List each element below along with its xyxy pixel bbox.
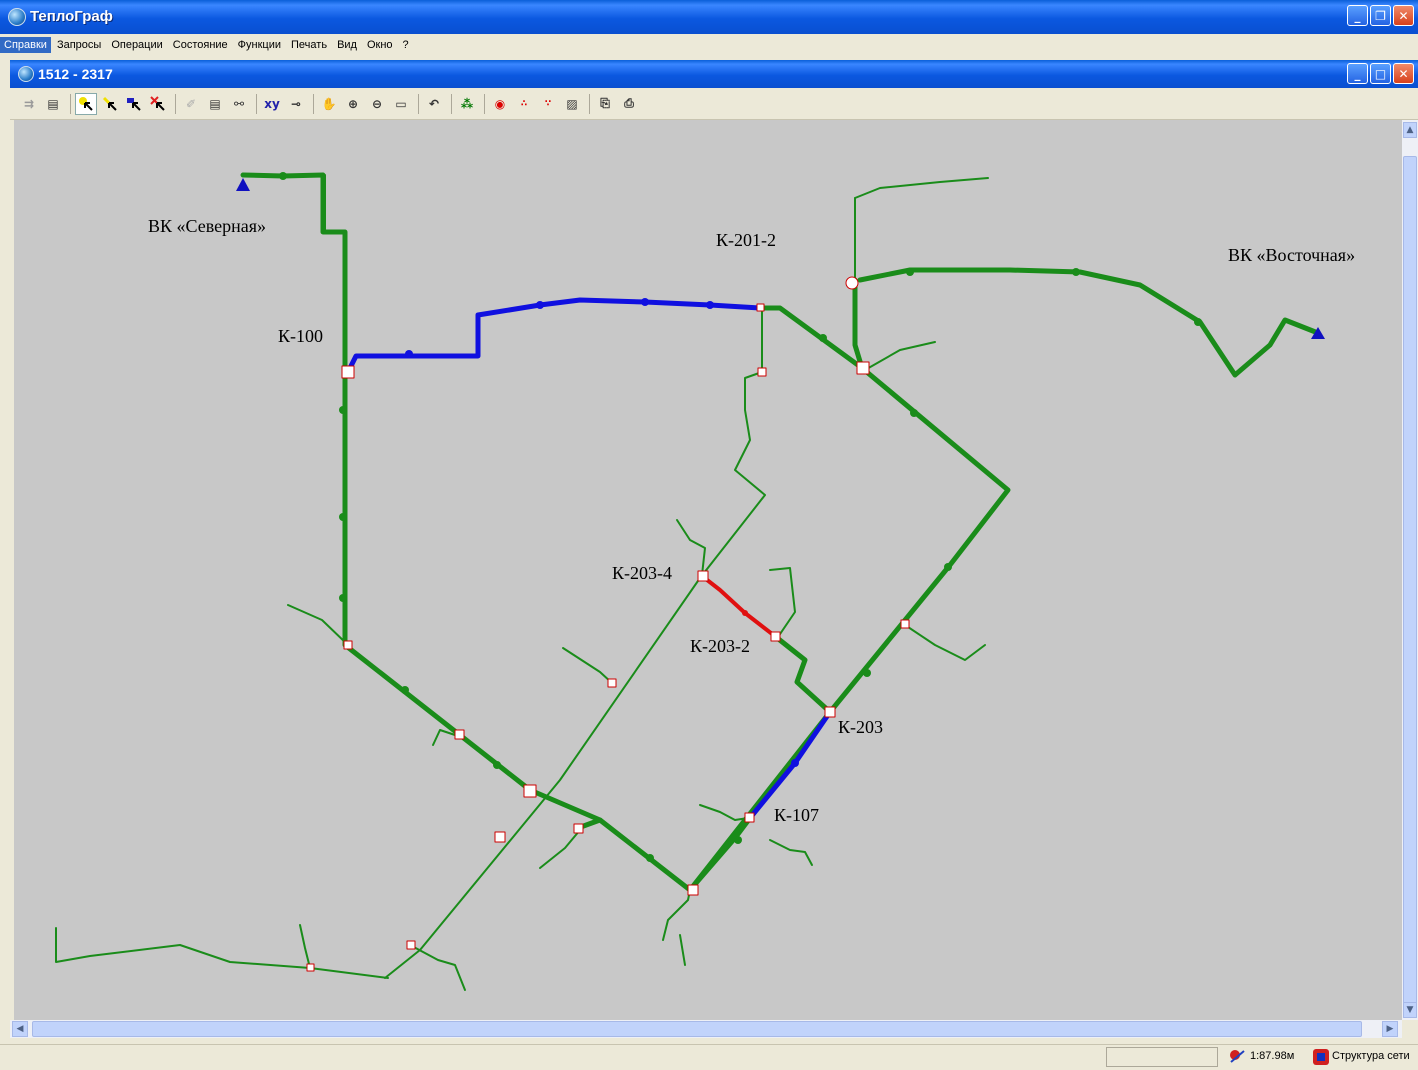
copy-icon[interactable]: ⎘ <box>594 93 616 115</box>
menu-help[interactable]: ? <box>399 37 413 53</box>
menu-vid[interactable]: Вид <box>333 37 361 53</box>
menu-operacii[interactable]: Операции <box>107 37 166 53</box>
network-map[interactable] <box>14 120 1402 1020</box>
toolbar: ⇉ ▤ ✐ ▤ ⚯ xy ⊸ ✋ ⊕ ⊖ ▭ ↶ ⁂ ◉ ∴ ∵ ▨ ⎘ ⎙ <box>10 88 1418 120</box>
app-title-bar: ТеплоГраф _ ❐ ✕ <box>0 0 1418 34</box>
menu-spravki[interactable]: Справки <box>0 37 51 53</box>
menu-sostoyanie[interactable]: Состояние <box>169 37 232 53</box>
network-structure-icon <box>1312 1048 1330 1066</box>
menu-okno[interactable]: Окно <box>363 37 397 53</box>
label-k203-4: К-203-4 <box>612 563 672 583</box>
highlight-blue <box>345 297 833 821</box>
target-icon[interactable]: ◉ <box>489 93 511 115</box>
select-object-icon[interactable] <box>123 93 145 115</box>
export-icon[interactable]: ⇉ <box>18 93 40 115</box>
zoom-out-icon[interactable]: ⊖ <box>366 93 388 115</box>
app-title: ТеплоГраф <box>30 8 113 25</box>
scroll-left-button[interactable]: ◀ <box>12 1021 28 1037</box>
thin-branches <box>55 174 989 991</box>
scroll-right-button[interactable]: ▶ <box>1382 1021 1398 1037</box>
properties-icon[interactable]: ▤ <box>42 93 64 115</box>
chamber-markers <box>306 276 910 972</box>
network-nodes-icon[interactable]: ∴ <box>513 93 535 115</box>
select-multi-icon[interactable] <box>147 93 169 115</box>
vertical-scroll-thumb[interactable] <box>1403 156 1417 1006</box>
label-vk-east: ВК «Восточная» <box>1228 245 1356 265</box>
document-title: 1512 - 2317 <box>38 66 113 82</box>
toolbar-separator <box>256 93 257 114</box>
toolbar-separator <box>175 93 176 114</box>
mode-label: Структура сети <box>1332 1050 1410 1062</box>
status-bar: 1:87.98м Структура сети <box>0 1044 1418 1069</box>
scroll-down-button[interactable]: ▼ <box>1403 1002 1417 1018</box>
select-area-icon[interactable]: ▤ <box>204 93 226 115</box>
doc-close-button[interactable]: ✕ <box>1393 63 1414 84</box>
label-k203: К-203 <box>838 717 883 737</box>
zoom-in-icon[interactable]: ⊕ <box>342 93 364 115</box>
minimize-button[interactable]: _ <box>1347 5 1368 26</box>
scroll-up-button[interactable]: ▲ <box>1403 122 1417 138</box>
measure-icon[interactable]: ⊸ <box>285 93 307 115</box>
toolbar-separator <box>589 93 590 114</box>
scale-icon <box>1228 1048 1246 1066</box>
label-k100: К-100 <box>278 326 323 346</box>
map-canvas[interactable]: ВК «Северная» К-201-2 ВК «Восточная» К-1… <box>14 120 1402 1020</box>
menu-zaprosy[interactable]: Запросы <box>53 37 105 53</box>
menu-funkcii[interactable]: Функции <box>234 37 285 53</box>
chart-icon[interactable]: ▨ <box>561 93 583 115</box>
menu-pechat[interactable]: Печать <box>287 37 331 53</box>
horizontal-scroll-thumb[interactable] <box>32 1021 1362 1037</box>
label-k203-2: К-203-2 <box>690 636 750 656</box>
scale-value: 1:87.98м <box>1250 1050 1295 1062</box>
zoom-extent-icon[interactable]: ▭ <box>390 93 412 115</box>
document-window-controls: _ □ ✕ <box>1347 63 1414 84</box>
horizontal-scrollbar[interactable]: ◀ ▶ <box>10 1020 1402 1038</box>
toolbar-separator <box>484 93 485 114</box>
search-icon[interactable]: ⚯ <box>228 93 250 115</box>
status-panel-empty <box>1106 1047 1218 1067</box>
toolbar-separator <box>70 93 71 114</box>
globe-icon <box>18 66 34 82</box>
label-k107: К-107 <box>774 805 819 825</box>
toolbar-separator <box>418 93 419 114</box>
traffic-light-icon[interactable]: ⁂ <box>456 93 478 115</box>
print-icon[interactable]: ⎙ <box>618 93 640 115</box>
coordinates-icon[interactable]: xy <box>261 93 283 115</box>
restore-button[interactable]: ❐ <box>1370 5 1391 26</box>
label-k201-2: К-201-2 <box>716 230 776 250</box>
highlight-red <box>700 574 778 639</box>
close-button[interactable]: ✕ <box>1393 5 1414 26</box>
pipe-nodes <box>279 172 1202 862</box>
window-controls: _ ❐ ✕ <box>1347 5 1414 26</box>
pan-icon[interactable]: ✋ <box>318 93 340 115</box>
select-node-icon[interactable] <box>75 92 97 115</box>
toolbar-separator <box>313 93 314 114</box>
source-markers <box>236 178 1325 339</box>
network-branch-icon[interactable]: ∵ <box>537 93 559 115</box>
undo-icon[interactable]: ↶ <box>423 93 445 115</box>
label-vk-north: ВК «Северная» <box>148 216 267 236</box>
select-edge-icon[interactable] <box>99 93 121 115</box>
globe-icon <box>8 8 26 26</box>
vertical-scrollbar[interactable]: ▲ ▼ <box>1402 120 1418 1020</box>
doc-minimize-button[interactable]: _ <box>1347 63 1368 84</box>
menu-bar: Справки Запросы Операции Состояние Функц… <box>0 34 1418 56</box>
document-title-bar: 1512 - 2317 _ □ ✕ <box>10 60 1418 88</box>
doc-maximize-button[interactable]: □ <box>1370 63 1391 84</box>
erase-icon[interactable]: ✐ <box>180 93 202 115</box>
toolbar-separator <box>451 93 452 114</box>
